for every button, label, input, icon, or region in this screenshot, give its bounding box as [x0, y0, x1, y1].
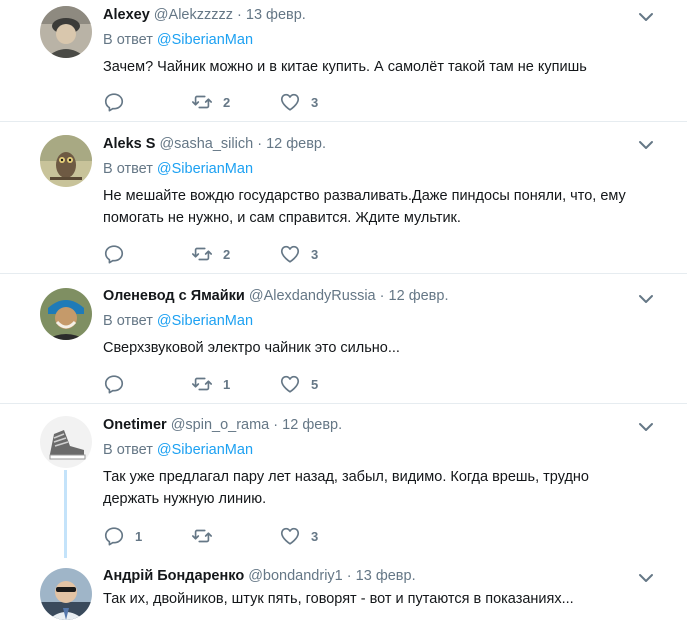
user-handle[interactable]: @bondandriy1 — [248, 568, 343, 584]
reply-to-mention[interactable]: @SiberianMan — [157, 32, 253, 48]
retweet-count: 2 — [223, 94, 231, 110]
display-name[interactable]: Андрій Бондаренко — [103, 568, 244, 584]
display-name[interactable]: Onetimer — [103, 417, 167, 433]
chevron-down-icon — [639, 574, 653, 582]
like-button[interactable]: 5 — [279, 373, 367, 395]
tweet-date[interactable]: 12 февр. — [389, 288, 449, 304]
reply-icon — [104, 93, 124, 112]
retweet-icon — [192, 529, 212, 543]
reply-to-line: В ответ @SiberianMan — [103, 30, 647, 50]
reply-to-prefix: В ответ — [103, 313, 157, 329]
tweet-text: Сверхзвуковой электро чайник это сильно.… — [103, 340, 400, 356]
tweet-header: Alexey @Alekzzzzz · 13 февр. — [103, 5, 647, 25]
tweet-item[interactable]: Андрій Бондаренко @bondandriy1 · 13 февр… — [0, 558, 687, 624]
tweet-date[interactable]: 13 февр. — [246, 7, 306, 23]
separator-dot: · — [257, 136, 263, 152]
tweet-actions: 2 3 — [103, 91, 367, 113]
thread-connector-line — [64, 470, 67, 562]
chevron-down-icon — [639, 13, 653, 21]
retweet-icon — [192, 247, 212, 261]
tweet-menu-button[interactable] — [637, 290, 655, 308]
like-count: 5 — [311, 376, 319, 392]
reply-to-mention[interactable]: @SiberianMan — [157, 313, 253, 329]
tweet-header: Aleks S @sasha_silich · 12 февр. — [103, 134, 647, 154]
user-handle[interactable]: @spin_o_rama — [171, 417, 270, 433]
separator-dot: · — [237, 7, 242, 23]
tweet-item[interactable]: Aleks S @sasha_silich · 12 февр. В ответ… — [0, 122, 687, 274]
avatar[interactable] — [40, 6, 92, 58]
retweet-count: 2 — [223, 246, 231, 262]
tweet-date[interactable]: 12 февр. — [266, 136, 326, 152]
tweet-text: Так уже предлагал пару лет назад, забыл,… — [103, 469, 589, 507]
tweet-actions: 2 3 — [103, 243, 367, 265]
tweet-menu-button[interactable] — [637, 418, 655, 436]
reply-button[interactable]: 1 — [103, 525, 191, 547]
retweet-count: 1 — [223, 376, 231, 392]
reply-button[interactable] — [103, 243, 191, 265]
avatar[interactable] — [40, 416, 92, 468]
display-name[interactable]: Оленевод с Ямайки — [103, 288, 245, 304]
heart-icon — [280, 375, 300, 393]
user-handle[interactable]: @Alekzzzzz — [154, 7, 233, 23]
tweet-actions: 1 3 — [103, 525, 367, 547]
tweet-menu-button[interactable] — [637, 136, 655, 154]
tweet-item[interactable]: Оленевод с Ямайки @AlexdandyRussia · 12 … — [0, 274, 687, 404]
heart-icon — [280, 245, 300, 263]
reply-to-mention[interactable]: @SiberianMan — [157, 442, 253, 458]
tweet-text: Так их, двойников, штук пять, говорят - … — [103, 591, 574, 607]
tweet-date[interactable]: 12 февр. — [282, 417, 342, 433]
chevron-down-icon — [639, 423, 653, 431]
like-button[interactable]: 3 — [279, 243, 367, 265]
display-name[interactable]: Aleks S — [103, 136, 155, 152]
like-count: 3 — [311, 94, 319, 110]
like-button[interactable]: 3 — [279, 525, 367, 547]
reply-to-prefix: В ответ — [103, 161, 157, 177]
avatar[interactable] — [40, 568, 92, 620]
user-handle[interactable]: @sasha_silich — [159, 136, 253, 152]
tweet-menu-button[interactable] — [637, 8, 655, 26]
retweet-button[interactable] — [191, 525, 279, 547]
separator-dot: · — [273, 417, 279, 433]
reply-to-line: В ответ @SiberianMan — [103, 440, 647, 460]
reply-to-prefix: В ответ — [103, 442, 157, 458]
reply-to-line: В ответ @SiberianMan — [103, 159, 647, 179]
reply-icon — [104, 375, 124, 394]
tweet-header: Оленевод с Ямайки @AlexdandyRussia · 12 … — [103, 286, 647, 306]
reply-to-prefix: В ответ — [103, 32, 157, 48]
tweet-text: Не мешайте вождю государство разваливать… — [103, 188, 626, 226]
retweet-button[interactable]: 2 — [191, 91, 279, 113]
heart-icon — [280, 93, 300, 111]
reply-icon — [104, 245, 124, 264]
chevron-down-icon — [639, 141, 653, 149]
avatar[interactable] — [40, 135, 92, 187]
retweet-button[interactable]: 1 — [191, 373, 279, 395]
tweet-actions: 1 5 — [103, 373, 367, 395]
tweet-date[interactable]: 13 февр. — [356, 568, 416, 584]
reply-button[interactable] — [103, 91, 191, 113]
like-button[interactable]: 3 — [279, 91, 367, 113]
reply-to-mention[interactable]: @SiberianMan — [157, 161, 253, 177]
heart-icon — [280, 527, 300, 545]
separator-dot: · — [379, 288, 385, 304]
reply-button[interactable] — [103, 373, 191, 395]
tweet-item[interactable]: Alexey @Alekzzzzz · 13 февр. В ответ @Si… — [0, 0, 687, 122]
display-name[interactable]: Alexey — [103, 7, 150, 23]
tweet-header: Андрій Бондаренко @bondandriy1 · 13 февр… — [103, 566, 647, 586]
avatar[interactable] — [40, 288, 92, 340]
reply-icon — [104, 527, 124, 546]
like-count: 3 — [311, 528, 319, 544]
tweet-item[interactable]: Onetimer @spin_o_rama · 12 февр. В ответ… — [0, 404, 687, 562]
retweet-icon — [192, 95, 212, 109]
reply-count: 1 — [135, 528, 143, 544]
user-handle[interactable]: @AlexdandyRussia — [249, 288, 376, 304]
retweet-icon — [192, 377, 212, 391]
tweet-menu-button[interactable] — [637, 569, 655, 587]
like-count: 3 — [311, 246, 319, 262]
retweet-button[interactable]: 2 — [191, 243, 279, 265]
reply-to-line: В ответ @SiberianMan — [103, 311, 647, 331]
tweet-text: Зачем? Чайник можно и в китае купить. А … — [103, 59, 587, 75]
chevron-down-icon — [639, 295, 653, 303]
separator-dot: · — [346, 568, 352, 584]
tweet-header: Onetimer @spin_o_rama · 12 февр. — [103, 415, 647, 435]
